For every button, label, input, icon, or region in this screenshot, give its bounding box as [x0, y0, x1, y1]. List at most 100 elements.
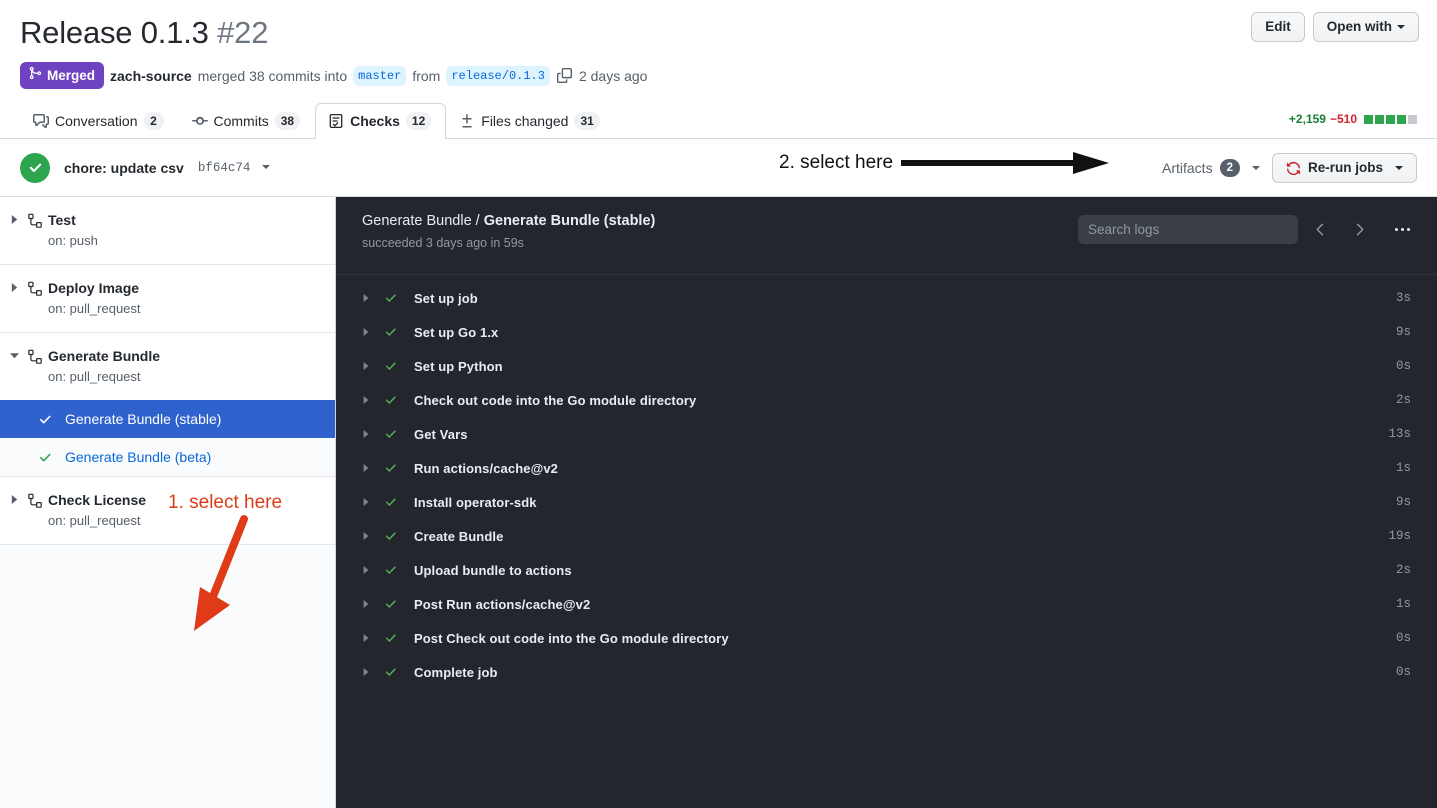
- sidebar-job-generate-bundle-stable[interactable]: Generate Bundle (stable): [0, 400, 335, 438]
- log-step-row[interactable]: Run actions/cache@v2 1s: [336, 451, 1437, 485]
- chevron-down-icon: [1395, 166, 1403, 170]
- chevron-right-icon[interactable]: [362, 532, 384, 540]
- chevron-right-icon[interactable]: [6, 211, 22, 224]
- chevron-right-icon[interactable]: [362, 600, 384, 608]
- chevron-right-icon[interactable]: [6, 279, 22, 292]
- artifacts-dropdown[interactable]: Artifacts 2: [1162, 159, 1260, 177]
- head-branch-chip[interactable]: release/0.1.3: [446, 65, 550, 86]
- pr-tabs: Conversation 2 Commits 38 Checks 12 File…: [0, 103, 1437, 139]
- commit-message[interactable]: chore: update csv: [64, 160, 184, 176]
- log-step-row[interactable]: Create Bundle 19s: [336, 519, 1437, 553]
- chevron-right-icon[interactable]: [362, 294, 384, 302]
- workflow-icon: [22, 347, 48, 365]
- diff-stat: +2,159 −510: [1289, 110, 1417, 128]
- status-badge: Merged: [20, 62, 105, 89]
- chevron-right-icon[interactable]: [362, 566, 384, 574]
- log-breadcrumb-separator: /: [475, 213, 480, 229]
- workflow-icon: [22, 491, 48, 509]
- open-with-button[interactable]: Open with: [1312, 12, 1419, 42]
- workflow-trigger: on: pull_request: [48, 369, 141, 384]
- merged-timestamp: 2 days ago: [578, 67, 648, 84]
- log-step-row[interactable]: Set up Python 0s: [336, 349, 1437, 383]
- log-step-row[interactable]: Install operator-sdk 9s: [336, 485, 1437, 519]
- check-icon: [384, 563, 414, 577]
- base-branch-chip[interactable]: master: [353, 65, 407, 86]
- workflow-header-generate-bundle[interactable]: Generate Bundle on: pull_request: [0, 333, 335, 400]
- log-step-row[interactable]: Check out code into the Go module direct…: [336, 383, 1437, 417]
- workflow-icon: [22, 211, 48, 229]
- log-step-duration: 0s: [1395, 359, 1411, 373]
- commit-sha[interactable]: bf64c74: [198, 161, 251, 175]
- re-run-jobs-button[interactable]: Re-run jobs: [1271, 153, 1417, 183]
- chevron-right-icon[interactable]: [362, 634, 384, 642]
- log-step-name: Post Check out code into the Go module d…: [414, 630, 729, 646]
- artifacts-label: Artifacts: [1162, 160, 1213, 176]
- tab-commits[interactable]: Commits 38: [179, 103, 316, 139]
- workflow-trigger: on: push: [48, 233, 98, 248]
- log-step-row[interactable]: Get Vars 13s: [336, 417, 1437, 451]
- pr-title-text: Release 0.1.3: [20, 15, 209, 50]
- log-step-name: Complete job: [414, 664, 498, 680]
- log-step-duration: 1s: [1395, 597, 1411, 611]
- next-match-button[interactable]: [1342, 214, 1376, 244]
- edit-button[interactable]: Edit: [1251, 12, 1305, 42]
- log-step-row[interactable]: Upload bundle to actions 2s: [336, 553, 1437, 587]
- checklist-icon: [328, 113, 344, 129]
- workflow-name: Test: [48, 212, 76, 228]
- log-step-row[interactable]: Set up Go 1.x 9s: [336, 315, 1437, 349]
- commit-dropdown-caret[interactable]: [257, 159, 271, 177]
- chevron-right-icon[interactable]: [6, 491, 22, 504]
- diff-icon: [459, 113, 475, 129]
- workflow-header-test[interactable]: Test on: push: [0, 197, 335, 264]
- sidebar-job-label: Generate Bundle (stable): [65, 411, 222, 427]
- check-icon: [384, 393, 414, 407]
- tab-checks-label: Checks: [350, 113, 400, 129]
- chevron-right-icon[interactable]: [362, 328, 384, 336]
- log-step-duration: 3s: [1395, 291, 1411, 305]
- workflow-name: Deploy Image: [48, 280, 140, 296]
- log-step-name: Create Bundle: [414, 528, 504, 544]
- workflow-name: Check License: [48, 492, 147, 508]
- log-step-row[interactable]: Post Run actions/cache@v2 1s: [336, 587, 1437, 621]
- check-icon: [384, 665, 414, 679]
- tab-files-changed[interactable]: Files changed 31: [446, 103, 615, 139]
- log-step-duration: 19s: [1388, 529, 1411, 543]
- chevron-right-icon[interactable]: [362, 668, 384, 676]
- log-step-row[interactable]: Set up job 3s: [336, 281, 1437, 315]
- search-logs-input[interactable]: [1078, 214, 1298, 244]
- log-step-row[interactable]: Post Check out code into the Go module d…: [336, 621, 1437, 655]
- log-step-name: Run actions/cache@v2: [414, 460, 559, 476]
- chevron-right-icon[interactable]: [362, 464, 384, 472]
- previous-match-button[interactable]: [1303, 214, 1337, 244]
- chevron-right-icon[interactable]: [362, 396, 384, 404]
- annotation-1-arrow-icon: [194, 515, 248, 631]
- chevron-right-icon[interactable]: [362, 498, 384, 506]
- log-panel: Generate Bundle / Generate Bundle (stabl…: [336, 197, 1437, 808]
- tab-checks[interactable]: Checks 12: [315, 103, 447, 139]
- check-icon: [384, 427, 414, 441]
- log-step-duration: 0s: [1395, 631, 1411, 645]
- log-steps-list: Set up job 3s Set up Go 1.x 9s Set up Py…: [336, 275, 1437, 689]
- log-step-name: Upload bundle to actions: [414, 562, 572, 578]
- workflow-header-deploy-image[interactable]: Deploy Image on: pull_request: [0, 265, 335, 332]
- chevron-down-icon[interactable]: [6, 347, 22, 360]
- status-badge-label: Merged: [47, 67, 96, 83]
- log-step-name: Install operator-sdk: [414, 494, 537, 510]
- comment-discussion-icon: [33, 113, 49, 129]
- tab-files-changed-count: 31: [574, 112, 600, 130]
- re-run-jobs-label: Re-run jobs: [1307, 160, 1383, 175]
- chevron-right-icon[interactable]: [362, 430, 384, 438]
- workflow-trigger: on: pull_request: [48, 301, 141, 316]
- log-options-menu-button[interactable]: [1385, 214, 1419, 244]
- tab-checks-count: 12: [405, 112, 432, 130]
- copy-icon[interactable]: [556, 68, 572, 83]
- check-icon: [384, 631, 414, 645]
- check-circle-icon: [20, 152, 50, 183]
- tab-conversation-label: Conversation: [55, 113, 138, 129]
- chevron-right-icon[interactable]: [362, 362, 384, 370]
- sync-icon: [1286, 161, 1301, 176]
- sidebar-job-generate-bundle-beta[interactable]: Generate Bundle (beta): [0, 438, 335, 476]
- tab-conversation[interactable]: Conversation 2: [20, 103, 179, 139]
- pr-author[interactable]: zach-source: [110, 66, 192, 86]
- log-step-row[interactable]: Complete job 0s: [336, 655, 1437, 689]
